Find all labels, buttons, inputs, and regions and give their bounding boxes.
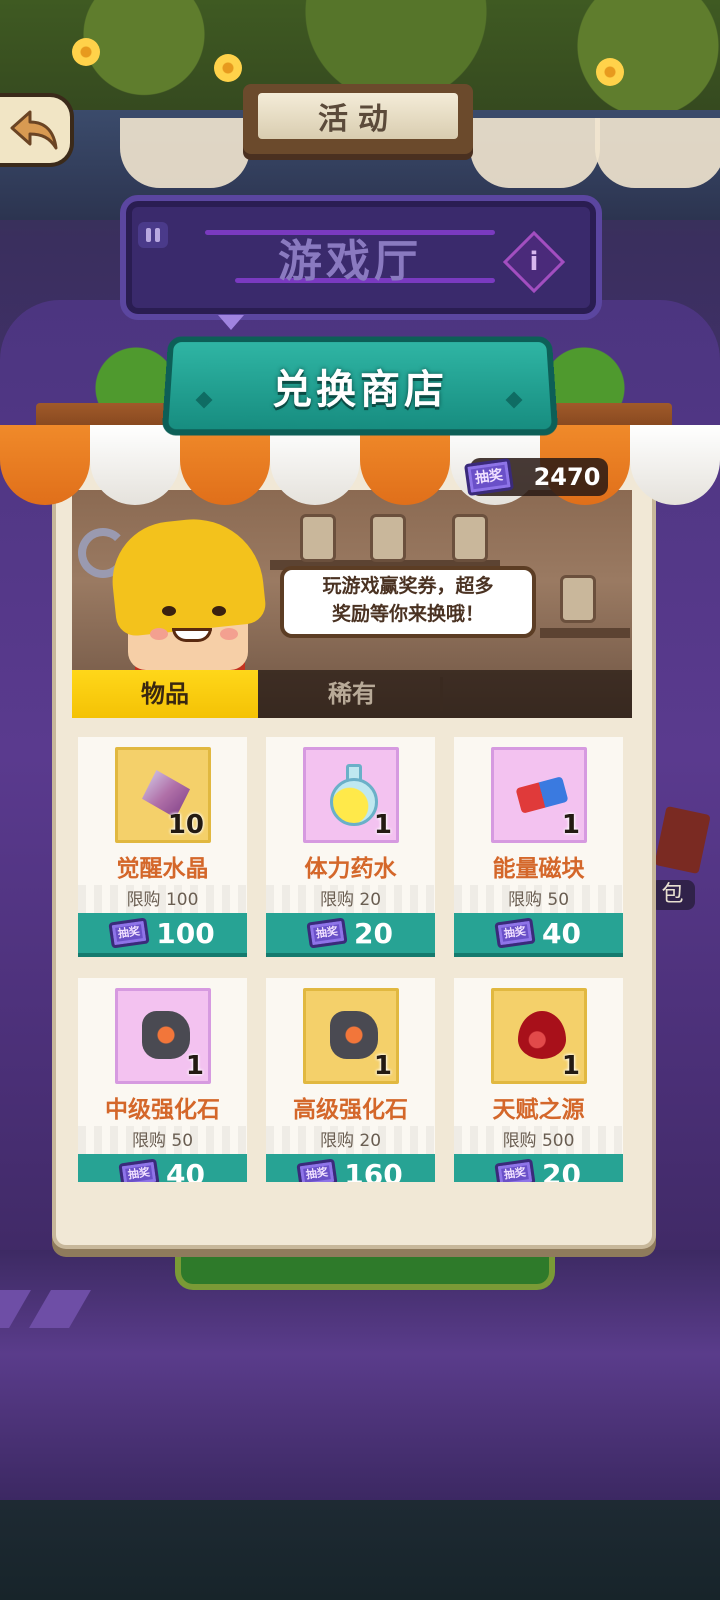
jar bbox=[300, 514, 336, 562]
shop-item-card[interactable]: 1 高级强化石 限购 20 抽奖 160 bbox=[266, 978, 435, 1182]
ticket-icon: 抽奖 bbox=[463, 457, 515, 497]
item-name: 中级强化石 bbox=[105, 1097, 220, 1123]
hall-title: 游戏厅 bbox=[278, 236, 422, 287]
back-button[interactable] bbox=[0, 93, 74, 167]
character-eye bbox=[162, 606, 176, 616]
flower-icon bbox=[596, 58, 624, 86]
item-name: 高级强化石 bbox=[293, 1097, 408, 1123]
flower-icon bbox=[214, 54, 242, 82]
item-name: 能量磁块 bbox=[492, 856, 585, 882]
shop-title: 兑换商店 bbox=[272, 367, 448, 413]
stone-icon bbox=[142, 1011, 190, 1059]
tab-rare[interactable]: 稀有 bbox=[262, 670, 442, 718]
item-icon-frame: 1 bbox=[303, 747, 399, 843]
shelf bbox=[540, 628, 630, 638]
item-grid: 10 觉醒水晶 限购 100 抽奖 100 1 体力药水 限购 20 抽奖 20… bbox=[78, 737, 624, 1182]
item-purchase-limit: 限购 50 bbox=[78, 1126, 247, 1156]
buy-button[interactable]: 抽奖 40 bbox=[78, 1154, 247, 1182]
item-icon-frame: 1 bbox=[115, 988, 211, 1084]
item-name: 体力药水 bbox=[304, 856, 397, 882]
tab-items[interactable]: 物品 bbox=[72, 670, 258, 718]
speech-text: 玩游戏赢奖券，超多 奖励等你来换哦！ bbox=[322, 575, 494, 625]
triangle-down-icon bbox=[218, 315, 244, 330]
pause-icon[interactable] bbox=[138, 222, 168, 248]
awning-decoration bbox=[120, 118, 250, 188]
item-name: 天赋之源 bbox=[492, 1097, 585, 1123]
jar bbox=[370, 514, 406, 562]
shop-item-card[interactable]: 1 体力药水 限购 20 抽奖 20 bbox=[266, 737, 435, 957]
shop-item-card[interactable]: 1 能量磁块 限购 50 抽奖 40 bbox=[454, 737, 623, 957]
stone-icon bbox=[330, 1011, 378, 1059]
activity-title: 活动 bbox=[258, 93, 458, 139]
buy-button[interactable]: 抽奖 20 bbox=[266, 913, 435, 957]
buy-button[interactable]: 抽奖 160 bbox=[266, 1154, 435, 1182]
buy-button[interactable]: 抽奖 40 bbox=[454, 913, 623, 957]
item-purchase-limit: 限购 20 bbox=[266, 885, 435, 915]
item-name: 觉醒水晶 bbox=[116, 856, 209, 882]
item-purchase-limit: 限购 500 bbox=[454, 1126, 623, 1156]
back-arrow-icon bbox=[10, 110, 58, 150]
item-price: 20 bbox=[354, 916, 393, 950]
item-icon-frame: 10 bbox=[115, 747, 211, 843]
shop-item-card[interactable]: 1 天赋之源 限购 500 抽奖 20 bbox=[454, 978, 623, 1182]
striped-awning bbox=[0, 425, 720, 515]
shop-item-card[interactable]: 1 中级强化石 限购 50 抽奖 40 bbox=[78, 978, 247, 1182]
drop-icon bbox=[518, 1011, 566, 1059]
awning-decoration bbox=[595, 118, 720, 188]
item-icon-frame: 1 bbox=[303, 988, 399, 1084]
item-quantity: 1 bbox=[373, 1051, 392, 1081]
jar bbox=[560, 575, 596, 623]
item-icon-frame: 1 bbox=[491, 747, 587, 843]
item-price: 40 bbox=[166, 1157, 205, 1183]
awning-decoration bbox=[470, 118, 600, 188]
item-quantity: 1 bbox=[373, 810, 392, 840]
character-eye bbox=[212, 606, 226, 616]
ticket-icon: 抽奖 bbox=[494, 917, 536, 949]
item-price: 40 bbox=[542, 916, 581, 950]
item-price: 20 bbox=[542, 1157, 581, 1183]
character-cheek bbox=[220, 628, 238, 640]
info-icon: i bbox=[529, 247, 539, 277]
item-purchase-limit: 限购 20 bbox=[266, 1126, 435, 1156]
potion-icon bbox=[330, 778, 378, 826]
ticket-icon: 抽奖 bbox=[306, 917, 348, 949]
item-quantity: 1 bbox=[185, 1051, 204, 1081]
shop-item-card[interactable]: 10 觉醒水晶 限购 100 抽奖 100 bbox=[78, 737, 247, 957]
ticket-icon: 抽奖 bbox=[296, 1158, 338, 1182]
ticket-icon: 抽奖 bbox=[494, 1158, 536, 1182]
item-price: 100 bbox=[156, 916, 215, 950]
item-purchase-limit: 限购 100 bbox=[78, 885, 247, 915]
ground bbox=[0, 1500, 720, 1600]
magnet-icon bbox=[515, 776, 569, 814]
ticket-icon: 抽奖 bbox=[118, 1158, 160, 1182]
item-quantity: 10 bbox=[167, 810, 204, 840]
tab-divider bbox=[440, 677, 443, 711]
item-purchase-limit: 限购 50 bbox=[454, 885, 623, 915]
side-bag-badge[interactable]: 包 bbox=[650, 880, 695, 910]
item-icon-frame: 1 bbox=[491, 988, 587, 1084]
buy-button[interactable]: 抽奖 100 bbox=[78, 913, 247, 957]
arcade-screen bbox=[175, 1240, 555, 1290]
ticket-icon: 抽奖 bbox=[108, 917, 150, 949]
flower-icon bbox=[72, 38, 100, 66]
character-cheek bbox=[150, 628, 168, 640]
item-quantity: 1 bbox=[561, 1051, 580, 1081]
item-quantity: 1 bbox=[561, 810, 580, 840]
ticket-count: 2470 bbox=[533, 463, 601, 491]
buy-button[interactable]: 抽奖 20 bbox=[454, 1154, 623, 1182]
jar bbox=[452, 514, 488, 562]
item-price: 160 bbox=[344, 1157, 403, 1183]
